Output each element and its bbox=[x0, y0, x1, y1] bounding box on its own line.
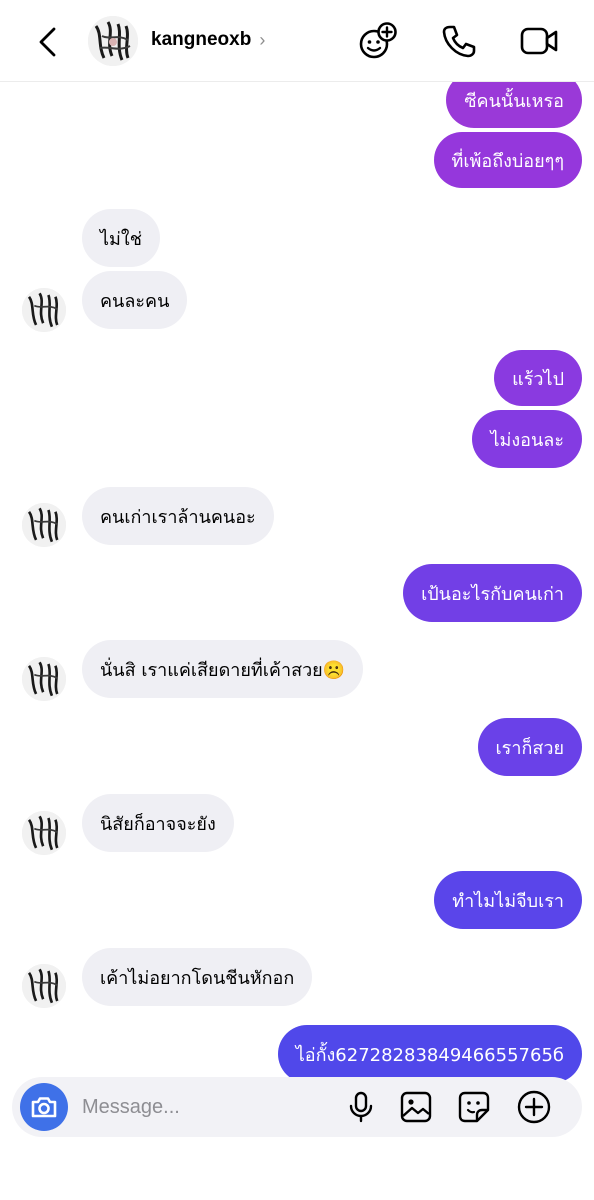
plus-icon[interactable] bbox=[517, 1090, 551, 1124]
back-chevron-icon[interactable] bbox=[28, 22, 68, 62]
message-text: เป้นอะไรกับคนเก่า bbox=[421, 583, 564, 605]
message-bubble-outgoing[interactable]: ไม่งอนละ bbox=[472, 410, 582, 468]
message-text: นิสัยก็อาจจะยัง bbox=[100, 813, 216, 835]
message-bubble-outgoing[interactable]: ไอ่กั้ง6272828384946655765б bbox=[277, 1025, 582, 1082]
message-text: เราก็สวย bbox=[495, 737, 564, 759]
video-call-icon[interactable] bbox=[518, 20, 560, 62]
message-text: ซีคนนั้นเหรอ bbox=[464, 90, 564, 112]
message-bubble-outgoing[interactable]: เราก็สวย bbox=[477, 718, 582, 776]
message-text: แร้วไป bbox=[512, 368, 564, 390]
message-bubble-incoming[interactable]: นั่นสิ เราแค่เสียดายที่เค้าสวย☹️ bbox=[82, 640, 364, 698]
gallery-icon[interactable] bbox=[399, 1090, 433, 1124]
avatar[interactable] bbox=[22, 811, 66, 855]
camera-icon[interactable] bbox=[20, 1083, 68, 1131]
message-bubble-incoming[interactable]: นิสัยก็อาจจะยัง bbox=[82, 794, 234, 852]
chevron-right-icon: › bbox=[259, 29, 266, 50]
effects-icon[interactable] bbox=[357, 20, 399, 62]
message-composer bbox=[12, 1077, 582, 1137]
message-text: ไม่ใช่ bbox=[100, 228, 142, 250]
message-text: คนเก่าเราล้านคนอะ bbox=[100, 506, 256, 528]
message-text: คนละคน bbox=[100, 290, 170, 312]
message-bubble-outgoing[interactable]: แร้วไป bbox=[494, 350, 582, 406]
message-bubble-incoming[interactable]: ไม่ใช่ bbox=[82, 209, 160, 267]
username-text: kangneoxb bbox=[151, 29, 252, 50]
phone-call-icon[interactable] bbox=[438, 20, 480, 62]
chat-header: kangneoxb › bbox=[0, 0, 594, 82]
message-bubble-outgoing[interactable]: ซีคนนั้นเหรอ bbox=[446, 82, 582, 128]
message-text: ไอ่กั้ง6272828384946655765б bbox=[295, 1044, 564, 1066]
header-username[interactable]: kangneoxb › bbox=[151, 29, 265, 51]
message-bubble-outgoing[interactable]: ทำไมไม่จีบเรา bbox=[434, 871, 582, 929]
message-bubble-outgoing[interactable]: ที่เพ้อถึงบ่อยๆๆ bbox=[433, 132, 582, 188]
avatar[interactable] bbox=[22, 503, 66, 547]
message-input[interactable] bbox=[82, 1094, 332, 1120]
avatar[interactable] bbox=[22, 964, 66, 1008]
message-text: ไม่งอนละ bbox=[490, 429, 564, 451]
message-bubble-incoming[interactable]: เค้าไม่อยากโดนชีนหักอก bbox=[82, 948, 313, 1006]
message-text: นั่นสิ เราแค่เสียดายที่เค้าสวย☹️ bbox=[100, 659, 346, 681]
avatar[interactable] bbox=[22, 288, 66, 332]
avatar[interactable] bbox=[88, 16, 138, 66]
message-bubble-incoming[interactable]: คนเก่าเราล้านคนอะ bbox=[82, 487, 274, 545]
message-bubble-incoming[interactable]: คนละคน bbox=[82, 271, 188, 329]
message-thread[interactable]: ซีคนนั้นเหรอ ที่เพ้อถึงบ่อยๆๆ ไม่ใช่ คนล… bbox=[0, 82, 594, 1082]
sticker-icon[interactable] bbox=[457, 1090, 491, 1124]
message-text: ที่เพ้อถึงบ่อยๆๆ bbox=[451, 150, 565, 172]
avatar[interactable] bbox=[22, 657, 66, 701]
message-text: เค้าไม่อยากโดนชีนหักอก bbox=[100, 967, 295, 989]
message-bubble-outgoing[interactable]: เป้นอะไรกับคนเก่า bbox=[403, 564, 582, 622]
microphone-icon[interactable] bbox=[344, 1090, 378, 1124]
message-text: ทำไมไม่จีบเรา bbox=[452, 890, 564, 912]
